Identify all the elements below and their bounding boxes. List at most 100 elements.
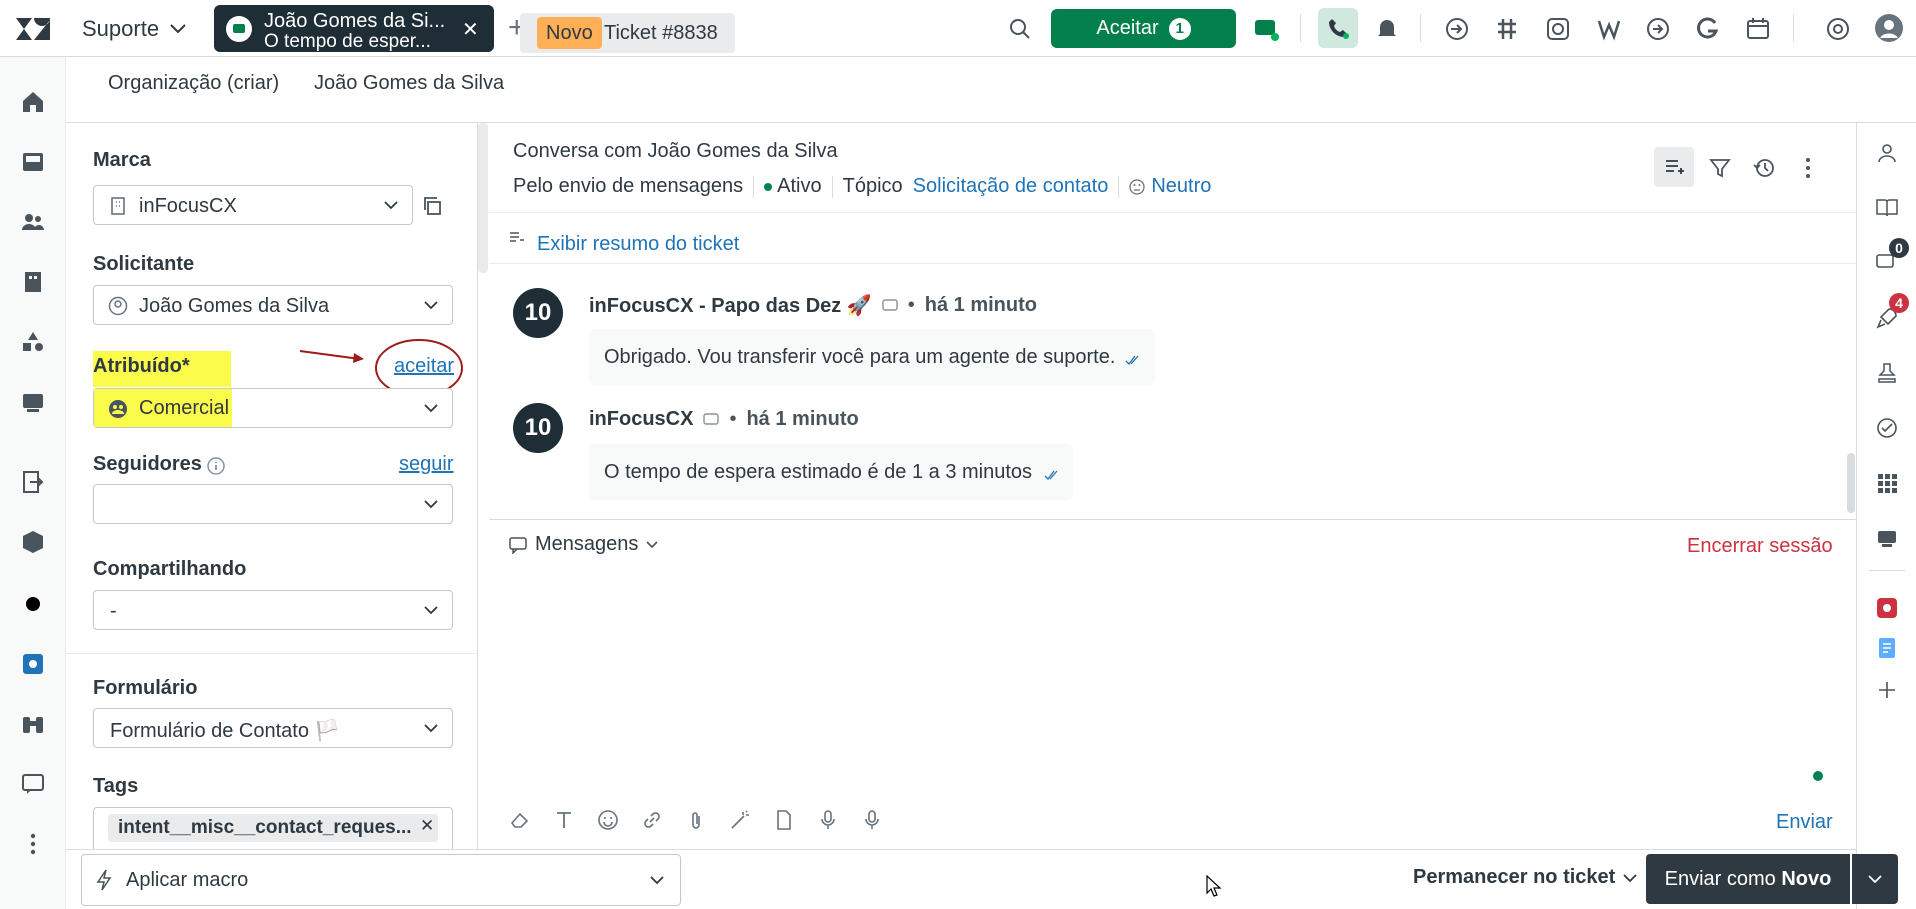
more-vertical-icon[interactable] xyxy=(20,831,46,857)
accept-assignment-link[interactable]: aceitar xyxy=(394,355,454,378)
neutral-face-icon xyxy=(1129,178,1145,195)
tab-requester[interactable]: João Gomes da Silva xyxy=(314,72,504,95)
whatsapp-app-icon[interactable] xyxy=(1545,16,1571,42)
app-forward-icon[interactable] xyxy=(1645,16,1671,42)
device-app-icon[interactable] xyxy=(1875,526,1899,550)
customers-icon[interactable] xyxy=(20,209,46,235)
organizations-icon[interactable] xyxy=(20,269,46,295)
remove-tag-icon[interactable]: ✕ xyxy=(420,816,434,836)
submit-as-button[interactable]: Enviar como Novo xyxy=(1646,854,1850,904)
copy-icon[interactable] xyxy=(421,195,443,217)
chevron-down-icon xyxy=(646,540,658,548)
apply-macro-select[interactable]: Aplicar macro xyxy=(81,854,681,906)
right-context-rail: 0 4 xyxy=(1856,123,1916,909)
text-format-icon[interactable] xyxy=(553,809,575,831)
voice-message-icon[interactable] xyxy=(861,809,883,831)
magic-wand-icon[interactable] xyxy=(729,809,751,831)
app-exit-icon[interactable] xyxy=(20,469,46,495)
recorder-app-icon[interactable] xyxy=(1875,596,1899,620)
conversation-scrollbar[interactable] xyxy=(1847,453,1855,513)
user-avatar-icon[interactable] xyxy=(1874,13,1904,43)
eraser-icon[interactable] xyxy=(509,809,531,831)
requester-label: Solicitante xyxy=(93,253,195,275)
topic-value[interactable]: Solicitação de contato xyxy=(913,175,1109,198)
accept-button[interactable]: Aceitar 1 xyxy=(1051,9,1236,48)
app-g-icon[interactable] xyxy=(1695,16,1721,42)
check-circle-icon[interactable] xyxy=(1875,416,1899,440)
assigned-select[interactable]: Comercial xyxy=(93,388,453,428)
product-switcher[interactable]: Suporte xyxy=(82,16,187,42)
form-value: Formulário de Contato 🏳️ xyxy=(110,720,340,742)
app-login-icon[interactable] xyxy=(1444,16,1470,42)
conversation-view-button[interactable] xyxy=(1654,147,1694,187)
more-options-icon[interactable] xyxy=(1797,157,1819,179)
app-grid-hash-icon[interactable] xyxy=(1494,16,1520,42)
stay-on-ticket-select[interactable]: Permanecer no ticket xyxy=(1413,866,1637,889)
accept-count-badge: 1 xyxy=(1168,17,1191,40)
show-summary-link[interactable]: Exibir resumo do ticket xyxy=(537,233,739,256)
close-tab-icon[interactable]: ✕ xyxy=(462,17,479,42)
notifications-bell-icon[interactable] xyxy=(1374,16,1400,42)
apps-grid-icon[interactable] xyxy=(1875,471,1899,495)
info-icon[interactable] xyxy=(206,456,226,476)
ticket-tab[interactable]: João Gomes da Si... O tempo de esper... … xyxy=(214,5,494,52)
conversations-count-badge: 0 xyxy=(1889,238,1909,258)
form-label: Formulário xyxy=(93,677,198,699)
home-icon[interactable] xyxy=(20,89,46,115)
blue-app-icon[interactable] xyxy=(20,651,46,677)
document-icon[interactable] xyxy=(773,809,795,831)
help-lifebuoy-icon[interactable] xyxy=(1825,16,1851,42)
message-editor[interactable] xyxy=(513,563,1833,723)
sharing-select[interactable]: - xyxy=(93,590,453,630)
knowledge-book-icon[interactable] xyxy=(1875,196,1899,220)
end-session-button[interactable]: Encerrar sessão xyxy=(1687,535,1833,558)
sentiment-value[interactable]: Neutro xyxy=(1151,175,1211,198)
filter-icon[interactable] xyxy=(1709,157,1731,179)
tags-input[interactable]: intent__misc__contact_reques... ✕ xyxy=(93,807,453,849)
black-dot-app-icon[interactable] xyxy=(20,591,46,617)
form-select[interactable]: Formulário de Contato 🏳️ xyxy=(93,708,453,748)
send-button[interactable]: Enviar xyxy=(1776,811,1833,834)
tag-chip-label: intent__misc__contact_reques... xyxy=(118,817,412,838)
search-icon[interactable] xyxy=(1007,16,1033,42)
message-bubble-icon xyxy=(703,412,720,425)
header-divider xyxy=(489,212,1856,213)
emoji-icon[interactable] xyxy=(597,809,619,831)
tag-chip: intent__misc__contact_reques... ✕ xyxy=(108,814,438,842)
followers-select[interactable] xyxy=(93,484,453,524)
brand-select[interactable]: inFocusCX xyxy=(93,185,413,225)
submit-prefix: Enviar como xyxy=(1664,867,1782,890)
message-header: inFocusCX • há 1 minuto xyxy=(589,408,859,430)
requester-select[interactable]: João Gomes da Silva xyxy=(93,285,453,325)
messaging-status-icon[interactable] xyxy=(1253,16,1279,42)
reporting-icon[interactable] xyxy=(20,389,46,415)
panel-scrollbar[interactable] xyxy=(478,123,488,273)
add-app-icon[interactable] xyxy=(1875,678,1899,702)
app-w-icon[interactable] xyxy=(1596,16,1622,42)
ticket-tab-title: João Gomes da Si... xyxy=(264,10,446,32)
message-header: inFocusCX - Papo das Dez 🚀 • há 1 minuto xyxy=(589,294,1037,317)
binoculars-icon[interactable] xyxy=(20,711,46,737)
microphone-icon[interactable] xyxy=(817,809,839,831)
submit-options-button[interactable] xyxy=(1852,854,1898,904)
shapes-icon[interactable] xyxy=(20,329,46,355)
attachment-icon[interactable] xyxy=(685,809,707,831)
user-profile-icon[interactable] xyxy=(1875,141,1899,165)
assigned-label: Atribuído* xyxy=(93,355,190,377)
document-app-icon[interactable] xyxy=(1875,636,1899,660)
chat-bubble-icon[interactable] xyxy=(20,771,46,797)
zendesk-logo-icon[interactable] xyxy=(14,14,50,44)
stamp-icon[interactable] xyxy=(1875,361,1899,385)
calendar-app-icon[interactable] xyxy=(1745,16,1771,42)
sharing-label: Compartilhando xyxy=(93,558,247,580)
history-icon[interactable] xyxy=(1753,157,1775,179)
tab-organization[interactable]: Organização (criar) xyxy=(108,72,279,95)
cube-app-icon[interactable] xyxy=(20,529,46,555)
follow-link[interactable]: seguir xyxy=(399,453,453,476)
channel-selector[interactable]: Mensagens xyxy=(509,533,658,556)
accept-label: Aceitar xyxy=(1096,17,1159,39)
link-icon[interactable] xyxy=(641,809,663,831)
inbox-views-icon[interactable] xyxy=(20,149,46,175)
phone-button[interactable] xyxy=(1318,8,1358,48)
message-bubble-icon xyxy=(882,298,898,311)
